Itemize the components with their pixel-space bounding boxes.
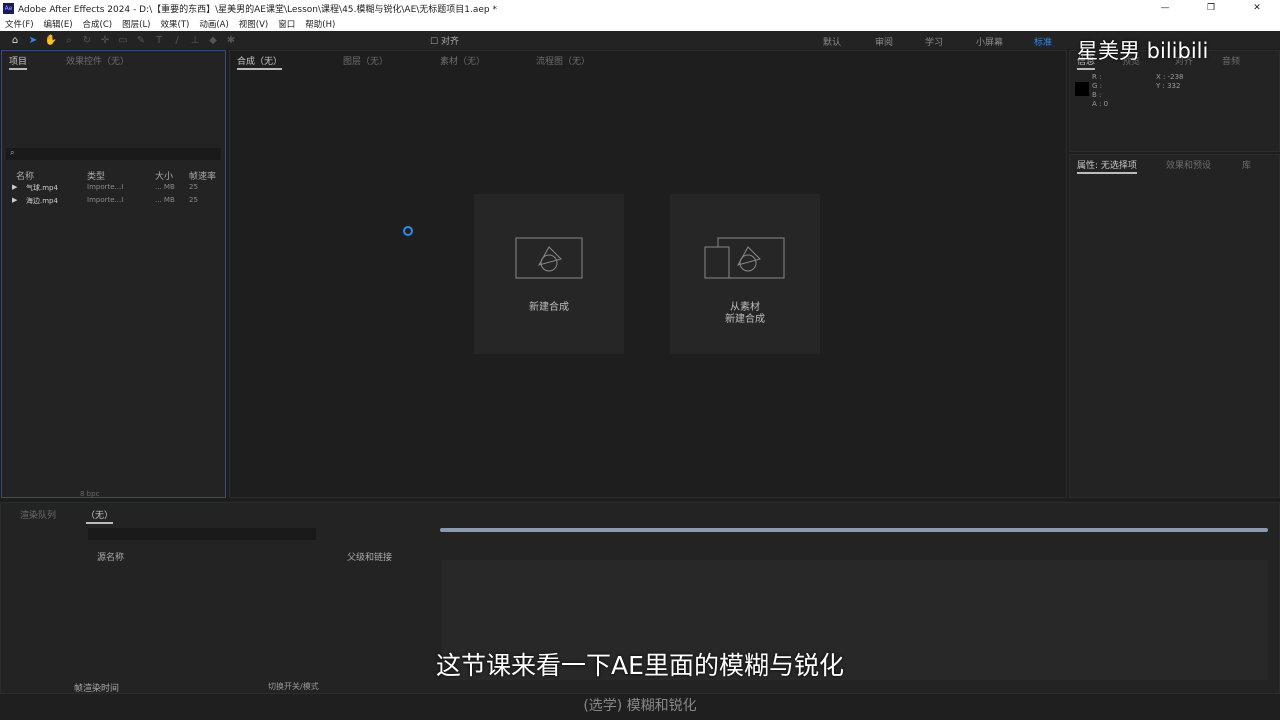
- hand-tool-icon[interactable]: ✋: [44, 35, 58, 46]
- from-footage-label: 从素材: [730, 302, 760, 313]
- item-type: Importe...I: [87, 196, 124, 204]
- column-source-name: 源名称: [97, 553, 125, 563]
- item-fps: 25: [189, 196, 198, 204]
- tab-flowchart[interactable]: 流程图（无）: [536, 54, 590, 67]
- search-icon: ⌕: [10, 148, 15, 157]
- project-item[interactable]: ▶ 海边.mp4 Importe...I ... MB 25: [12, 196, 222, 206]
- project-item[interactable]: ▶ 气球.mp4 Importe...I ... MB 25: [12, 183, 222, 193]
- tab-library[interactable]: 库: [1242, 158, 1251, 171]
- y-value: Y : 332: [1156, 82, 1181, 90]
- menu-animation[interactable]: 动画(A): [199, 18, 228, 30]
- footage-icon: ▶: [12, 183, 18, 191]
- stamp-tool-icon[interactable]: ⊥: [188, 35, 202, 46]
- a-value: A : 0: [1092, 100, 1109, 108]
- column-type[interactable]: 类型: [87, 169, 155, 182]
- item-name: 海边.mp4: [26, 197, 58, 205]
- column-fps[interactable]: 帧速率: [189, 169, 216, 182]
- puppet-tool-icon[interactable]: ✱: [224, 35, 238, 46]
- item-size: ... MB: [155, 183, 175, 191]
- eraser-tool-icon[interactable]: ◆: [206, 35, 220, 46]
- tab-footage[interactable]: 素材（无）: [440, 54, 485, 67]
- composition-icon: [515, 237, 583, 279]
- item-name: 气球.mp4: [26, 184, 58, 192]
- project-panel: [1, 50, 226, 498]
- work-area-bar[interactable]: [440, 528, 1268, 532]
- new-comp-from-footage-button[interactable]: 从素材 新建合成: [670, 194, 820, 354]
- column-size[interactable]: 大小: [155, 169, 189, 182]
- video-subtitle: 这节课来看一下AE里面的模糊与锐化: [436, 651, 844, 680]
- workspace-default[interactable]: 默认: [823, 35, 841, 48]
- new-comp-label: 新建合成: [529, 302, 569, 313]
- properties-panel: [1069, 154, 1280, 498]
- rotate-tool-icon[interactable]: ↻: [80, 35, 94, 46]
- workspace-review[interactable]: 审阅: [875, 35, 893, 48]
- tab-composition[interactable]: 合成（无）: [237, 54, 283, 70]
- window-title: Adobe After Effects 2024 - D:\【重要的东西】\星美…: [18, 4, 498, 15]
- b-value: B :: [1092, 91, 1102, 99]
- menu-effect[interactable]: 效果(T): [161, 18, 190, 30]
- home-icon[interactable]: ⌂: [8, 35, 22, 46]
- item-type: Importe...I: [87, 183, 124, 191]
- project-columns: 名称 类型 大小 帧速率: [12, 169, 222, 182]
- x-value: X : -238: [1156, 73, 1184, 81]
- close-button[interactable]: ✕: [1234, 0, 1280, 16]
- text-tool-icon[interactable]: T: [152, 35, 166, 46]
- bpc-button[interactable]: 8 bpc: [80, 490, 99, 498]
- menu-composition[interactable]: 合成(C): [83, 18, 113, 30]
- tab-project[interactable]: 项目: [9, 54, 28, 70]
- maximize-button[interactable]: ❐: [1188, 0, 1234, 16]
- item-fps: 25: [189, 183, 198, 191]
- footage-composition-icon: [704, 237, 785, 279]
- footer-caption: (选学) 模糊和锐化: [0, 694, 1280, 720]
- tab-timeline-none[interactable]: （无）: [86, 508, 114, 524]
- workspace-small-screen[interactable]: 小屏幕: [976, 35, 1003, 48]
- snap-checkbox[interactable]: ☐ 对齐: [430, 34, 459, 47]
- menu-window[interactable]: 窗口: [278, 18, 295, 30]
- new-composition-button[interactable]: 新建合成: [474, 194, 624, 354]
- item-size: ... MB: [155, 196, 175, 204]
- color-swatch: [1075, 82, 1089, 96]
- watermark: 星美男 bilibili: [1077, 39, 1209, 63]
- r-value: R :: [1092, 73, 1102, 81]
- selection-tool-icon[interactable]: ➤: [26, 35, 40, 46]
- anchor-tool-icon[interactable]: ✛: [98, 35, 112, 46]
- frame-render-time-label: 帧渲染时间: [74, 684, 120, 694]
- workspace-standard[interactable]: 标准: [1034, 35, 1052, 48]
- xy-readout: X : -238 Y : 332: [1156, 73, 1184, 91]
- tab-effects-presets[interactable]: 效果和预设: [1166, 158, 1211, 171]
- toggle-switches-modes[interactable]: 切换开关/模式: [268, 681, 319, 692]
- pen-tool-icon[interactable]: ✎: [134, 35, 148, 46]
- timeline-search-input[interactable]: [88, 528, 316, 540]
- project-search-input[interactable]: ⌕: [6, 148, 221, 160]
- window-controls: — ❐ ✕: [1142, 0, 1280, 16]
- workspace-learn[interactable]: 学习: [925, 35, 943, 48]
- shape-tool-icon[interactable]: ▭: [116, 35, 130, 46]
- tab-properties[interactable]: 属性: 无选择项: [1077, 158, 1137, 174]
- composition-panel: [229, 50, 1067, 498]
- title-bar: Ae Adobe After Effects 2024 - D:\【重要的东西】…: [0, 0, 1280, 16]
- brush-tool-icon[interactable]: /: [170, 35, 184, 46]
- menu-layer[interactable]: 图层(L): [122, 18, 150, 30]
- tab-audio[interactable]: 音频: [1222, 54, 1240, 67]
- new-comp-label: 新建合成: [725, 314, 765, 325]
- column-name[interactable]: 名称: [12, 169, 87, 182]
- column-parent-link: 父级和链接: [347, 553, 393, 563]
- g-value: G :: [1092, 82, 1103, 90]
- tab-render-queue[interactable]: 渲染队列: [20, 508, 56, 521]
- zoom-tool-icon[interactable]: ⌕: [62, 35, 76, 46]
- snap-label: 对齐: [440, 36, 459, 47]
- rgba-readout: R :G :B :A : 0: [1092, 73, 1108, 109]
- menu-edit[interactable]: 编辑(E): [44, 18, 73, 30]
- minimize-button[interactable]: —: [1142, 0, 1188, 16]
- loading-cursor-icon: [403, 226, 413, 236]
- menu-view[interactable]: 视图(V): [239, 18, 268, 30]
- tab-layer[interactable]: 图层（无）: [343, 54, 388, 67]
- menu-help[interactable]: 帮助(H): [305, 18, 335, 30]
- app-logo: Ae: [3, 2, 14, 14]
- tab-effect-controls[interactable]: 效果控件（无）: [66, 54, 129, 67]
- footage-icon: ▶: [12, 196, 18, 204]
- menu-bar: 文件(F) 编辑(E) 合成(C) 图层(L) 效果(T) 动画(A) 视图(V…: [0, 16, 1280, 31]
- menu-file[interactable]: 文件(F): [5, 18, 34, 30]
